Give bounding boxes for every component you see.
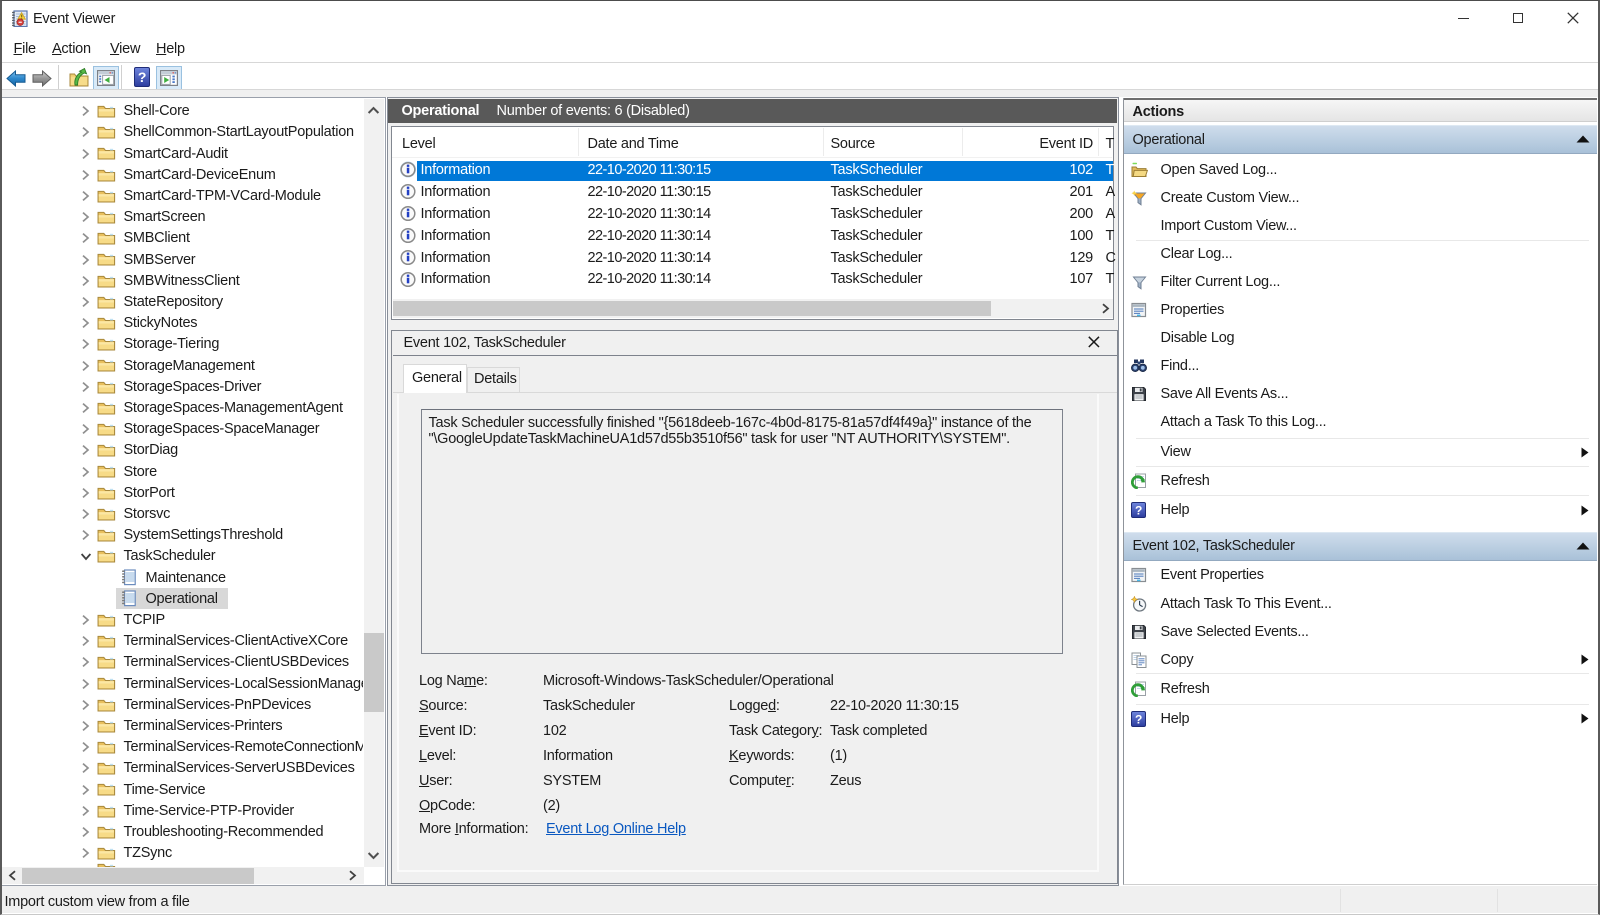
svg-text:?: ? xyxy=(1135,503,1142,517)
svg-text:?: ? xyxy=(138,69,146,85)
svg-text:?: ? xyxy=(1135,712,1142,726)
